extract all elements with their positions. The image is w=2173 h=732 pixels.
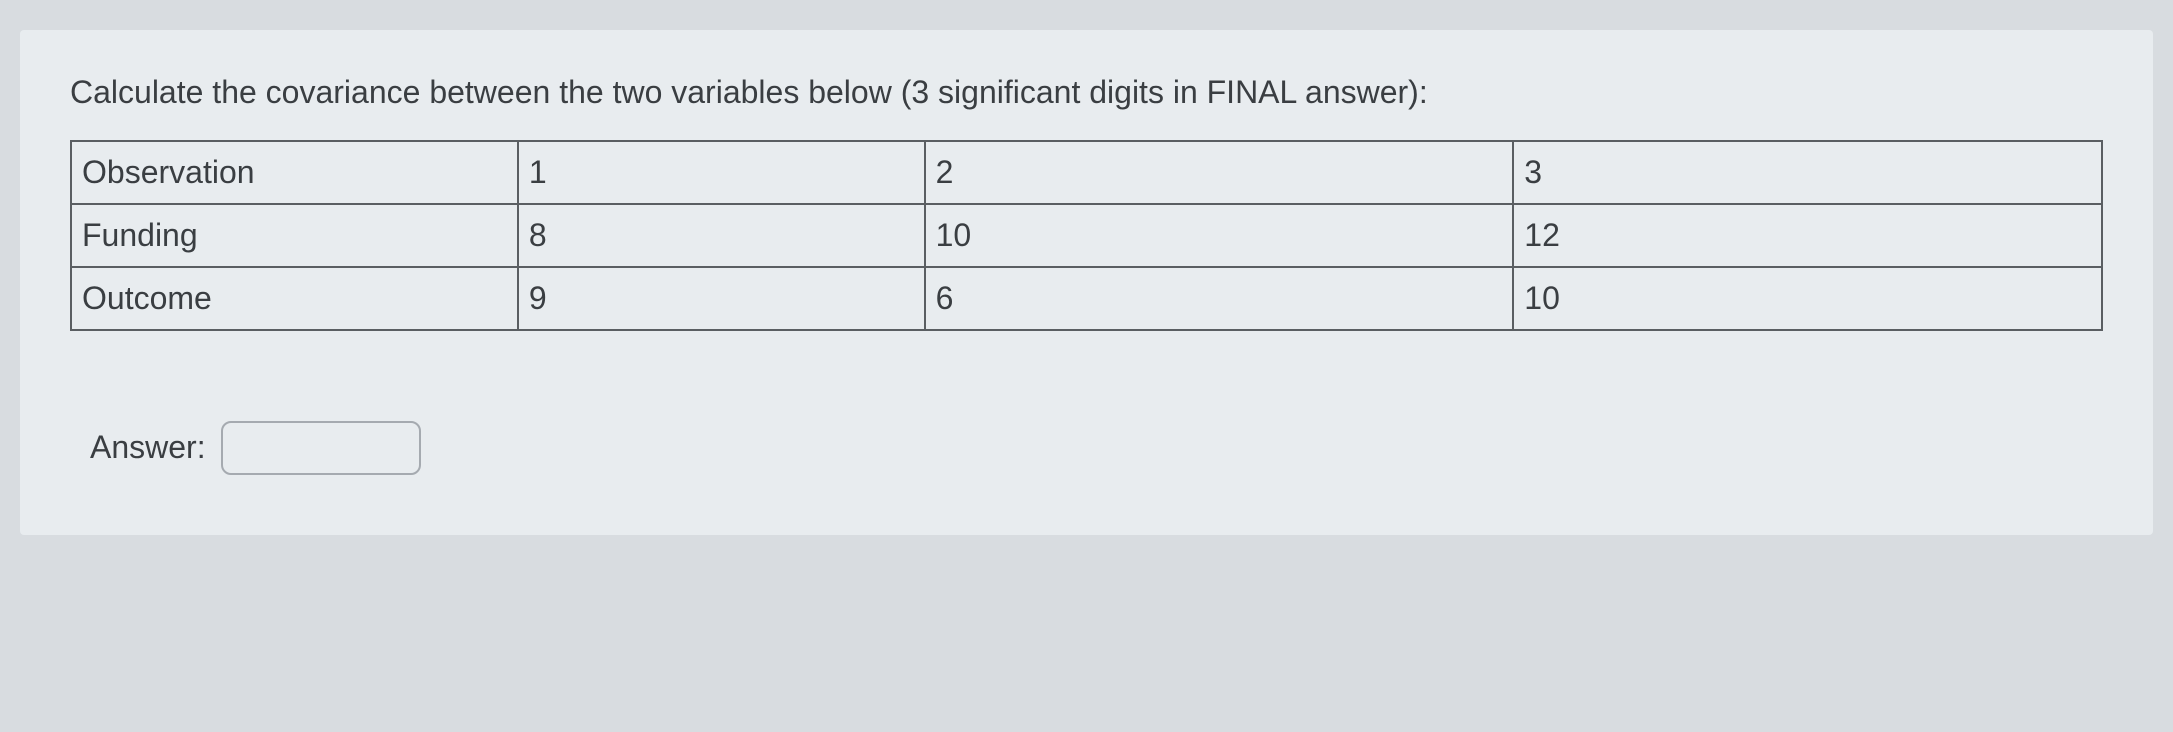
- cell: 12: [1513, 204, 2102, 267]
- row-label: Observation: [71, 141, 518, 204]
- data-table: Observation 1 2 3 Funding 8 10 12 Outcom…: [70, 140, 2103, 331]
- cell: 8: [518, 204, 925, 267]
- answer-row: Answer:: [70, 421, 2103, 475]
- cell: 2: [925, 141, 1514, 204]
- cell: 10: [925, 204, 1514, 267]
- answer-label: Answer:: [90, 429, 206, 466]
- cell: 9: [518, 267, 925, 330]
- cell: 1: [518, 141, 925, 204]
- row-label: Funding: [71, 204, 518, 267]
- row-label: Outcome: [71, 267, 518, 330]
- table-row: Outcome 9 6 10: [71, 267, 2102, 330]
- answer-input[interactable]: [221, 421, 421, 475]
- table-row: Funding 8 10 12: [71, 204, 2102, 267]
- table-row: Observation 1 2 3: [71, 141, 2102, 204]
- cell: 3: [1513, 141, 2102, 204]
- cell: 10: [1513, 267, 2102, 330]
- question-prompt: Calculate the covariance between the two…: [70, 70, 2103, 115]
- cell: 6: [925, 267, 1514, 330]
- question-container: Calculate the covariance between the two…: [20, 30, 2153, 535]
